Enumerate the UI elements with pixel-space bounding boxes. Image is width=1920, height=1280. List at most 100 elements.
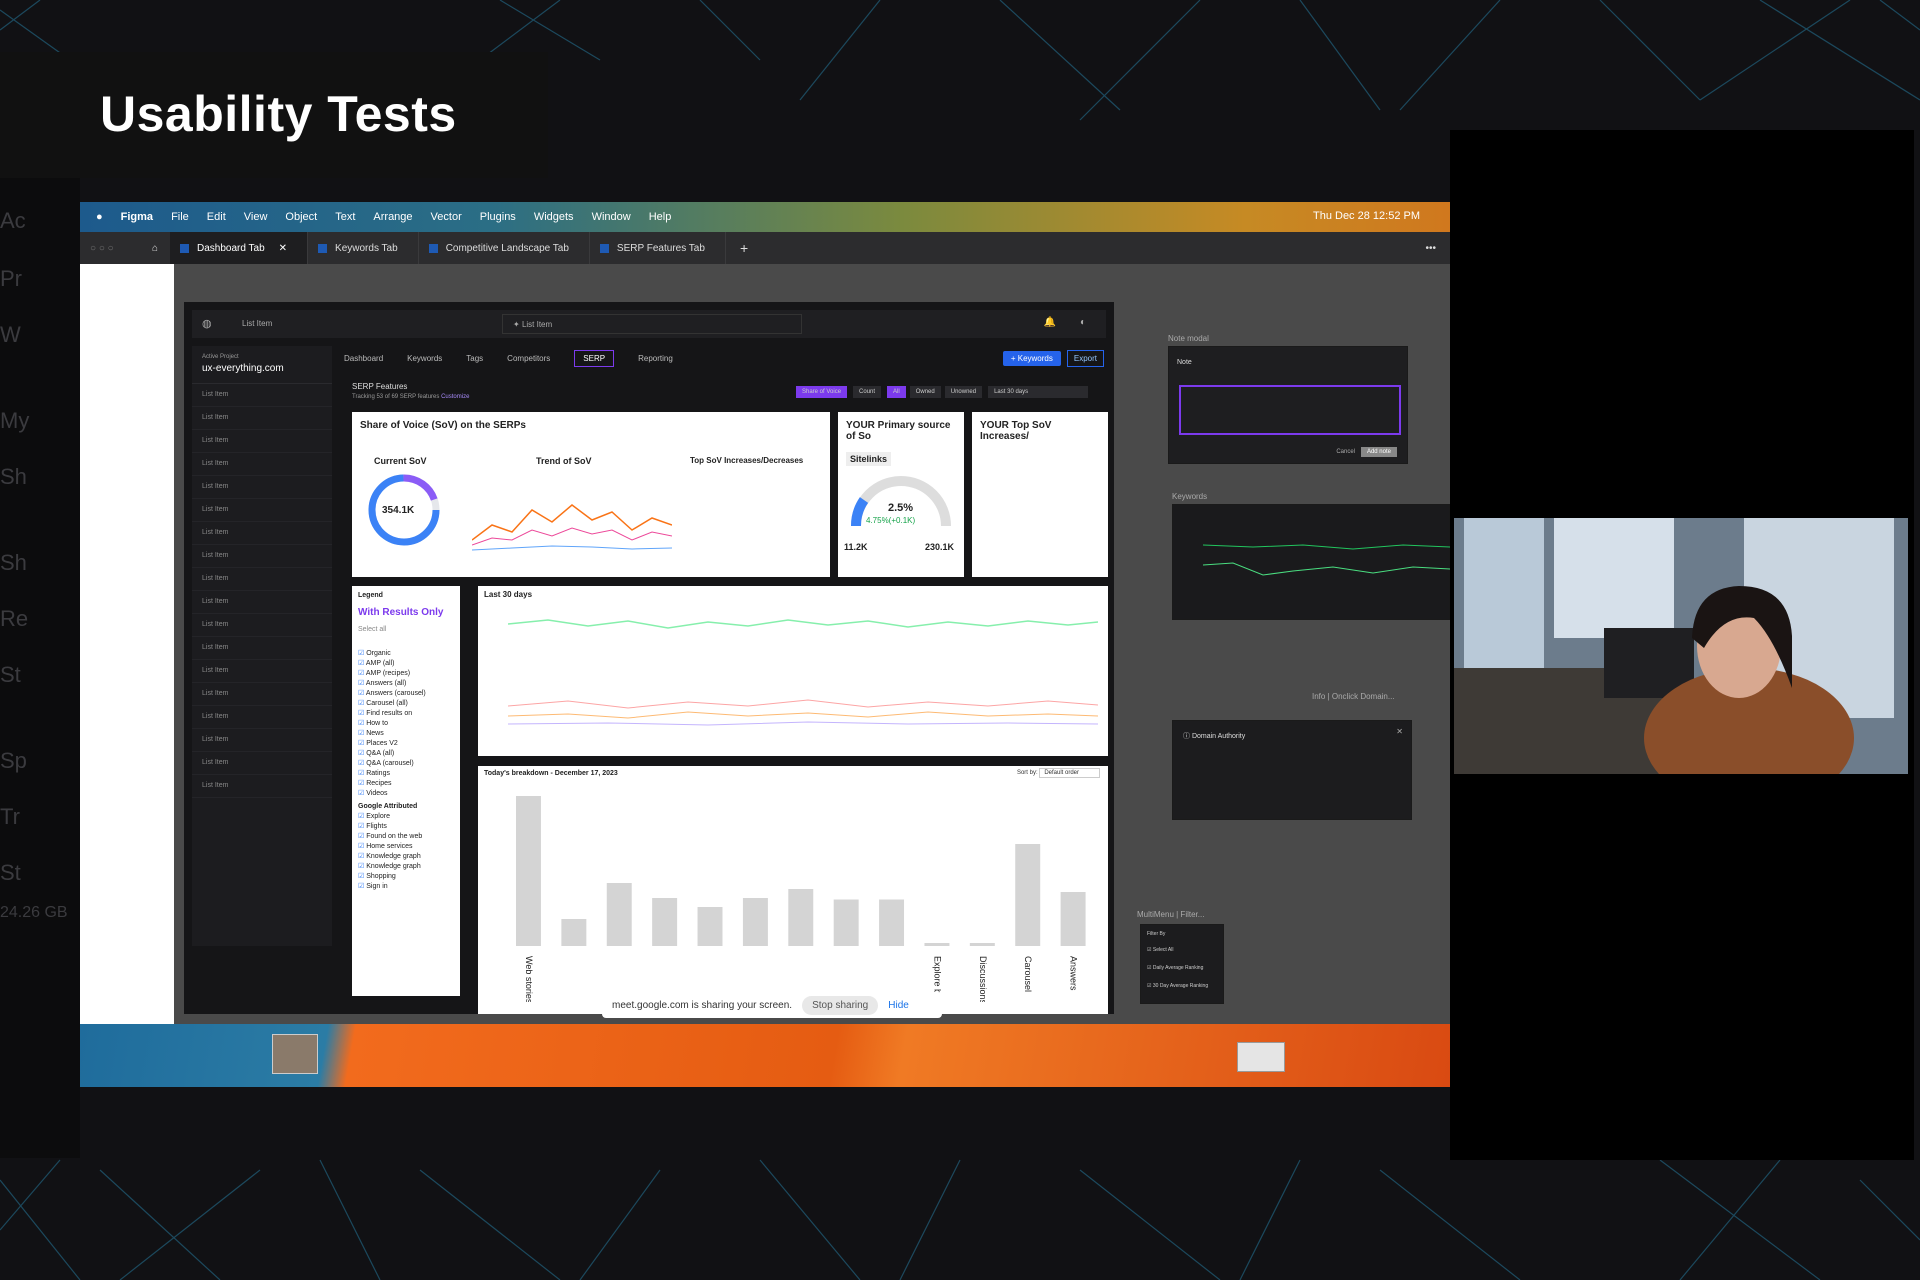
note-textarea[interactable]	[1179, 385, 1401, 435]
legend-item[interactable]: ☑ Videos	[358, 789, 454, 797]
tab-keywords[interactable]: Keywords Tab	[308, 232, 419, 264]
tab-serp[interactable]: SERP Features Tab	[590, 232, 726, 264]
sidebar-item[interactable]: List Item	[192, 522, 332, 545]
sidebar-item[interactable]: List Item	[192, 384, 332, 407]
checkbox-icon[interactable]: ☑	[358, 813, 366, 820]
menu-item[interactable]: Widgets	[534, 211, 574, 223]
home-icon[interactable]: ⌂	[140, 243, 170, 254]
bar[interactable]	[1060, 892, 1086, 946]
bar[interactable]	[788, 889, 814, 946]
nav-serp[interactable]: SERP	[574, 349, 615, 367]
checkbox-icon[interactable]: ☑	[358, 843, 366, 850]
sort-control[interactable]: Sort by: Default order	[1017, 768, 1100, 778]
filter-item[interactable]: ☑ Daily Average Ranking	[1147, 965, 1217, 971]
filter-sov[interactable]: Share of Voice	[796, 386, 848, 398]
legend-item[interactable]: ☑ Q&A (all)	[358, 749, 454, 757]
date-range-select[interactable]: Last 30 days	[988, 386, 1089, 398]
bar[interactable]	[561, 919, 587, 946]
close-icon[interactable]: ✕	[279, 243, 287, 254]
more-icon[interactable]: •••	[1425, 243, 1436, 254]
checkbox-icon[interactable]: ☑	[358, 740, 366, 747]
bar[interactable]	[879, 899, 905, 947]
legend-item[interactable]: ☑ Answers (carousel)	[358, 689, 454, 697]
checkbox-icon[interactable]: ☑	[358, 690, 366, 697]
checkbox-icon[interactable]: ☑	[358, 863, 366, 870]
sidebar-item[interactable]: List Item	[192, 706, 332, 729]
sidebar-item[interactable]: List Item	[192, 499, 332, 522]
legend-item[interactable]: ☑ Shopping	[358, 872, 454, 880]
bell-icon[interactable]: 🔔	[1044, 317, 1056, 328]
checkbox-icon[interactable]: ☑	[358, 853, 366, 860]
bar[interactable]	[1015, 844, 1041, 946]
menu-item[interactable]: Arrange	[373, 211, 412, 223]
filter-item[interactable]: ☑ 30 Day Average Ranking	[1147, 983, 1217, 989]
sidebar-item[interactable]: List Item	[192, 775, 332, 798]
checkbox-icon[interactable]: ☑	[358, 720, 366, 727]
filter-owned[interactable]: Owned	[909, 386, 941, 398]
menu-item[interactable]: Plugins	[480, 211, 516, 223]
sidebar-item[interactable]: List Item	[192, 407, 332, 430]
checkbox-icon[interactable]: ☑	[358, 780, 366, 787]
menu-item[interactable]: Edit	[207, 211, 226, 223]
add-keywords-button[interactable]: + Keywords	[1002, 350, 1061, 366]
legend-item[interactable]: ☑ Answers (all)	[358, 679, 454, 687]
legend-item[interactable]: ☑ AMP (recipes)	[358, 669, 454, 677]
cancel-button[interactable]: Cancel	[1336, 449, 1355, 455]
sidebar-item[interactable]: List Item	[192, 660, 332, 683]
close-icon[interactable]: ✕	[1396, 727, 1403, 736]
checkbox-icon[interactable]: ☑	[358, 660, 366, 667]
checkbox-icon[interactable]: ☑	[358, 760, 366, 767]
checkbox-icon[interactable]: ☑	[358, 750, 366, 757]
legend-item[interactable]: ☑ Home services	[358, 842, 454, 850]
bar[interactable]	[652, 898, 678, 946]
checkbox-icon[interactable]: ☑	[358, 710, 366, 717]
sort-select[interactable]: Default order	[1039, 768, 1100, 778]
dock-thumbnail[interactable]	[272, 1034, 318, 1074]
customize-link[interactable]: Customize	[441, 394, 469, 400]
menu-item[interactable]: Help	[649, 211, 672, 223]
export-button[interactable]: Export	[1066, 349, 1104, 367]
bar[interactable]	[697, 907, 723, 946]
checkbox-icon[interactable]: ☑	[358, 730, 366, 737]
legend-item[interactable]: ☑ Knowledge graph	[358, 852, 454, 860]
legend-item[interactable]: ☑ News	[358, 729, 454, 737]
window-controls[interactable]: ○ ○ ○	[80, 243, 140, 254]
nav-keywords[interactable]: Keywords	[407, 354, 442, 363]
add-tab-icon[interactable]: +	[726, 240, 762, 256]
legend-item[interactable]: ☑ Explore	[358, 812, 454, 820]
filter-unowned[interactable]: Unowned	[944, 386, 983, 398]
bar[interactable]	[516, 796, 541, 946]
menu-item[interactable]: Window	[592, 211, 631, 223]
apple-icon[interactable]: ●	[96, 211, 103, 223]
sidebar-item[interactable]: List Item	[192, 637, 332, 660]
legend-item[interactable]: ☑ Ratings	[358, 769, 454, 777]
legend-item[interactable]: ☑ Found on the web	[358, 832, 454, 840]
tab-dashboard[interactable]: Dashboard Tab ✕	[170, 232, 309, 264]
sidebar-item[interactable]: List Item	[192, 729, 332, 752]
sidebar-item[interactable]: List Item	[192, 591, 332, 614]
legend-item[interactable]: ☑ Carousel (all)	[358, 699, 454, 707]
checkbox-icon[interactable]: ☑	[358, 770, 366, 777]
nav-tags[interactable]: Tags	[466, 354, 483, 363]
filter-all[interactable]: All	[887, 386, 906, 398]
project-selector[interactable]: Active Project ux-everything.com	[192, 346, 332, 384]
checkbox-icon[interactable]: ☑	[358, 833, 366, 840]
legend-item[interactable]: ☑ Find results on	[358, 709, 454, 717]
checkbox-icon[interactable]: ☑	[358, 700, 366, 707]
nav-competitors[interactable]: Competitors	[507, 354, 550, 363]
legend-item[interactable]: ☑ Knowledge graph	[358, 862, 454, 870]
tab-competitive[interactable]: Competitive Landscape Tab	[419, 232, 590, 264]
checkbox-icon[interactable]: ☑	[358, 680, 366, 687]
legend-item[interactable]: ☑ AMP (all)	[358, 659, 454, 667]
checkbox-icon[interactable]: ☑	[358, 873, 366, 880]
bar[interactable]	[924, 943, 950, 946]
results-filter[interactable]: With Results Only	[358, 607, 454, 618]
dock-window-thumbnail[interactable]	[1237, 1042, 1285, 1072]
checkbox-icon[interactable]: ☑	[358, 650, 366, 657]
bar[interactable]	[969, 943, 995, 946]
bar[interactable]	[833, 899, 859, 947]
menu-app[interactable]: Figma	[121, 211, 153, 223]
checkbox-icon[interactable]: ☑	[358, 823, 366, 830]
menu-item[interactable]: Object	[285, 211, 317, 223]
filter-item[interactable]: ☑ Select All	[1147, 947, 1217, 953]
